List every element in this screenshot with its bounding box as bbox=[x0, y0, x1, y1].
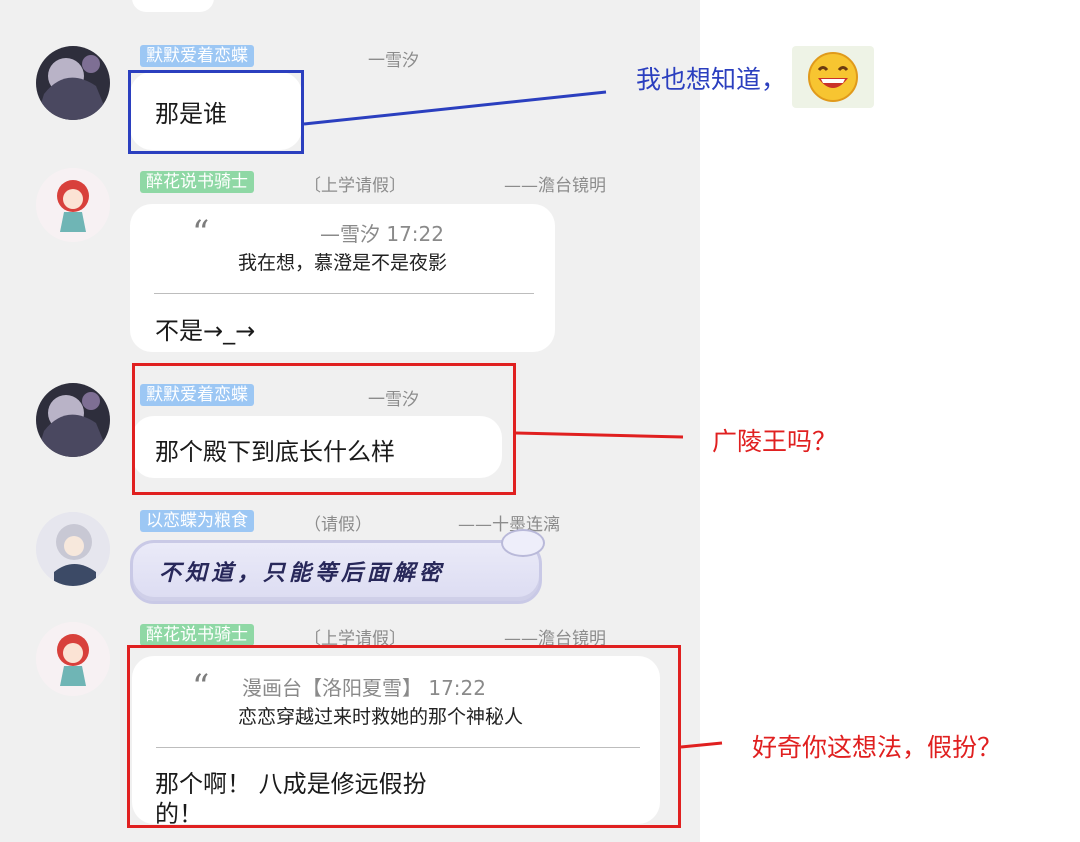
emoji-sticker bbox=[792, 46, 874, 108]
annotation-line bbox=[515, 431, 684, 439]
annotation-connectors bbox=[303, 90, 723, 749]
annotation-text: 广陵王吗？ bbox=[712, 427, 838, 456]
annotation-line bbox=[303, 90, 607, 126]
annotation-line bbox=[680, 741, 723, 749]
annotation-text: 好奇你这想法，假扮？ bbox=[752, 733, 1003, 762]
annotation-text: 我也想知道， bbox=[636, 65, 787, 94]
grinning-face-emoji-icon bbox=[808, 52, 858, 102]
